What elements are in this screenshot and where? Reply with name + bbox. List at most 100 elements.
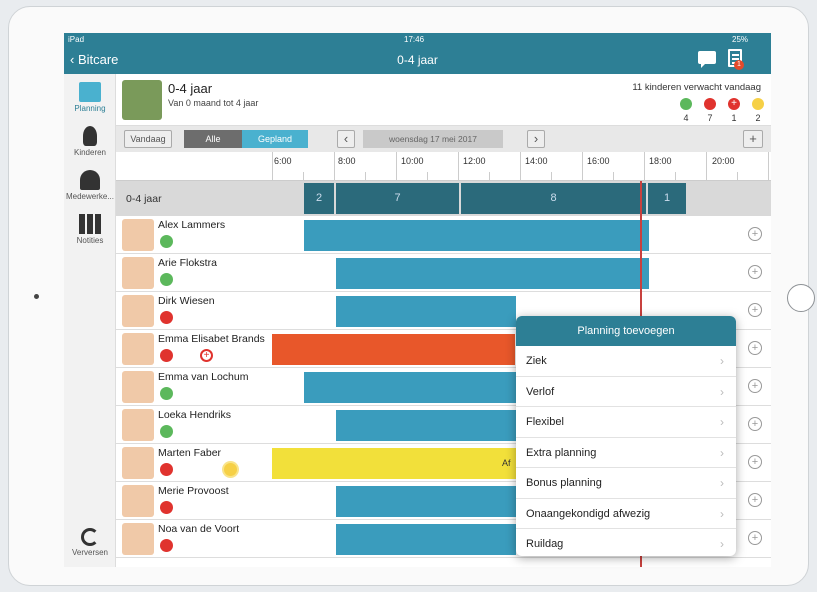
chevron-right-icon: › [720, 537, 724, 551]
time-tick: 14:00 [525, 156, 548, 166]
sidebar-item-medewerkers[interactable]: Medewerke... [64, 170, 116, 201]
people-icon [80, 170, 100, 190]
today-button[interactable]: Vandaag [124, 130, 172, 148]
child-name: Merie Provoost [158, 485, 229, 497]
child-avatar [122, 219, 154, 251]
sidebar-item-verversen[interactable]: Verversen [64, 528, 116, 557]
add-planning-icon[interactable]: + [748, 303, 762, 317]
timeline-gridline [396, 152, 397, 180]
time-tick: 6:00 [274, 156, 292, 166]
status-dot [160, 273, 173, 286]
status-dot [160, 425, 173, 438]
planning-bar[interactable] [336, 486, 516, 517]
legend-count: 1 [731, 113, 737, 123]
child-avatar [122, 523, 154, 555]
calendar-icon [79, 82, 101, 102]
add-planning-icon[interactable]: + [748, 531, 762, 545]
planning-bar[interactable] [336, 258, 649, 289]
timeline-gridline [365, 172, 366, 180]
add-planning-icon[interactable]: + [748, 417, 762, 431]
home-button[interactable] [787, 284, 815, 312]
child-name: Loeka Hendriks [158, 409, 231, 421]
status-dot [160, 501, 173, 514]
chevron-right-icon: › [720, 506, 724, 521]
status-dot [160, 235, 173, 248]
chevron-right-icon: › [720, 445, 724, 460]
popover-item[interactable]: Extra planning › [516, 438, 736, 468]
popover-item[interactable]: Ruildag › [516, 529, 736, 556]
timeline-gridline [675, 172, 676, 180]
timeline-gridline [334, 152, 335, 180]
add-planning-icon[interactable]: + [748, 493, 762, 507]
child-avatar [122, 333, 154, 365]
chat-icon[interactable] [698, 51, 716, 68]
camera [34, 294, 39, 299]
popover-item[interactable]: Ziek › [516, 346, 736, 377]
medical-icon: + [200, 349, 213, 362]
add-planning-icon[interactable]: + [748, 455, 762, 469]
add-planning-icon[interactable]: + [748, 341, 762, 355]
toolbar: Vandaag Alle Gepland ‹ woensdag 17 mei 2… [116, 126, 771, 152]
chevron-right-icon: › [720, 354, 724, 368]
group-summary-row: 0-4 jaar 2 7 8 1 [116, 181, 771, 216]
device-label: iPad [68, 35, 85, 44]
child-avatar [122, 371, 154, 403]
timeline-gridline [551, 172, 552, 180]
legend-red-dot [704, 98, 716, 110]
group-summary-label: 0-4 jaar [126, 193, 162, 205]
filter-all-tab[interactable]: Alle [184, 130, 242, 148]
chevron-right-icon: › [720, 384, 724, 399]
group-photo [122, 80, 162, 120]
prev-day-button[interactable]: ‹ [337, 130, 355, 148]
child-avatar [122, 409, 154, 441]
chevron-right-icon: › [720, 476, 724, 490]
popover-item-label: Extra planning [526, 446, 597, 459]
popover-item-label: Verlof [526, 385, 555, 398]
popover-item[interactable]: Verlof › [516, 377, 736, 407]
time-tick: 20:00 [712, 156, 735, 166]
planning-bar[interactable] [304, 372, 516, 403]
child-row[interactable]: Arie Flokstra + [116, 254, 771, 292]
add-planning-icon[interactable]: + [748, 227, 762, 241]
status-dot [160, 349, 173, 362]
time-tick: 8:00 [338, 156, 356, 166]
timeline-gridline [303, 172, 304, 180]
page-title: 0-4 jaar [397, 53, 438, 67]
notification-badge: 1 [734, 60, 744, 70]
add-button[interactable]: + [743, 130, 763, 148]
planning-bar[interactable] [304, 220, 649, 251]
planning-bar[interactable] [336, 410, 516, 441]
planning-popover: Planning toevoegen Ziek › Verlof › Flexibel ›… [516, 316, 736, 556]
group-subtitle: Van 0 maand tot 4 jaar [168, 98, 259, 108]
filter-planned-tab[interactable]: Gepland [242, 130, 308, 148]
popover-item[interactable]: Onaangekondigd afwezig › [516, 499, 736, 529]
bar-text: Af [502, 458, 511, 468]
sidebar-item-notities[interactable]: Notities [64, 214, 116, 245]
add-planning-icon[interactable]: + [748, 265, 762, 279]
legend-green-dot [680, 98, 692, 110]
running-child-icon [83, 126, 97, 146]
next-day-button[interactable]: › [527, 130, 545, 148]
child-row[interactable]: Alex Lammers + [116, 216, 771, 254]
timeline-gridline [427, 172, 428, 180]
group-header: 0-4 jaar Van 0 maand tot 4 jaar 11 kinde… [116, 74, 771, 126]
planning-bar[interactable]: Af [272, 448, 516, 479]
add-planning-icon[interactable]: + [748, 379, 762, 393]
popover-item[interactable]: Flexibel › [516, 407, 736, 438]
popover-item-label: Bonus planning [526, 477, 602, 489]
battery: 25% [732, 35, 749, 44]
child-name: Alex Lammers [158, 219, 226, 231]
chevron-right-icon: › [720, 415, 724, 429]
planning-bar[interactable] [272, 334, 515, 365]
popover-title: Planning toevoegen [516, 316, 736, 346]
child-name: Emma van Lochum [158, 371, 249, 383]
popover-item[interactable]: Bonus planning › [516, 468, 736, 499]
status-dot [160, 387, 173, 400]
planning-bar[interactable] [336, 524, 516, 555]
sidebar-item-planning[interactable]: Planning [64, 82, 116, 113]
group-name: 0-4 jaar [168, 81, 213, 96]
sidebar-item-kinderen[interactable]: Kinderen [64, 126, 116, 157]
planning-bar[interactable] [336, 296, 516, 327]
date-label: woensdag 17 mei 2017 [363, 130, 503, 148]
time-tick: 18:00 [649, 156, 672, 166]
